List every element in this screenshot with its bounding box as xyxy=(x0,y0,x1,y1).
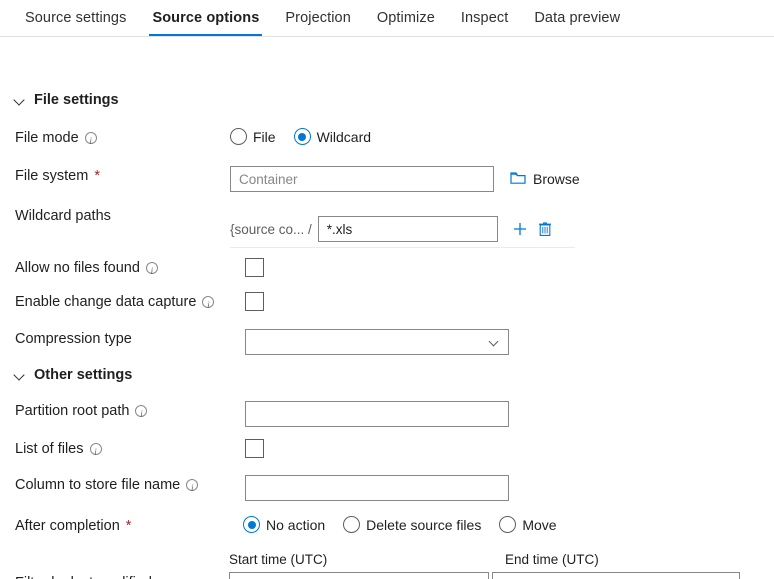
label-text: Compression type xyxy=(15,331,132,347)
chevron-down-icon xyxy=(15,95,26,106)
partition-root-path-input[interactable] xyxy=(245,401,509,427)
tab-data-preview[interactable]: Data preview xyxy=(521,0,633,36)
label-enable-change-data-capture: Enable change data capture xyxy=(15,292,230,315)
label-partition-root-path: Partition root path xyxy=(15,401,230,424)
compression-type-dropdown[interactable] xyxy=(245,329,509,355)
radio-group-file-mode: File Wildcard xyxy=(230,128,371,145)
row-list-of-files: List of files xyxy=(0,439,264,462)
radio-dot-icon xyxy=(293,128,311,145)
file-system-input[interactable] xyxy=(230,166,494,192)
info-icon[interactable] xyxy=(84,131,97,151)
label-text: Column to store file name xyxy=(15,477,181,493)
radio-file-mode-file[interactable]: File xyxy=(230,128,276,145)
end-time-input[interactable] xyxy=(492,572,740,579)
label-wildcard-paths: Wildcard paths xyxy=(15,206,230,226)
folder-icon xyxy=(510,171,526,188)
browse-label: Browse xyxy=(533,171,580,187)
radio-dot-icon xyxy=(343,516,361,533)
label-text: Enable change data capture xyxy=(15,294,197,310)
section-title: File settings xyxy=(34,92,119,108)
tab-optimize[interactable]: Optimize xyxy=(364,0,448,36)
list-of-files-checkbox[interactable] xyxy=(245,439,264,458)
row-compression-type: Compression type xyxy=(0,329,509,355)
label-compression-type: Compression type xyxy=(15,329,230,349)
info-icon[interactable] xyxy=(135,404,148,424)
required-asterisk: * xyxy=(125,518,132,534)
wildcard-path-entry: {source co... / xyxy=(230,216,552,242)
info-icon[interactable] xyxy=(145,261,158,281)
radio-after-completion-no-action[interactable]: No action xyxy=(243,516,325,533)
radio-label: Delete source files xyxy=(366,516,482,533)
tab-label: Source options xyxy=(152,10,260,26)
tab-projection[interactable]: Projection xyxy=(272,0,363,36)
start-time-column-header: Start time (UTC) xyxy=(229,552,328,567)
tab-label: Data preview xyxy=(534,10,621,26)
label-text: File mode xyxy=(15,130,79,146)
wildcard-paths-divider xyxy=(230,247,575,248)
row-partition-root-path: Partition root path xyxy=(0,401,509,427)
start-time-input[interactable] xyxy=(229,572,489,579)
wildcard-path-input[interactable] xyxy=(317,216,498,242)
label-list-of-files: List of files xyxy=(15,439,230,462)
row-after-completion: After completion * No action Delete sour… xyxy=(0,516,557,536)
info-icon[interactable] xyxy=(89,442,102,462)
label-text: File system xyxy=(15,168,89,184)
radio-dot-icon xyxy=(499,516,517,533)
section-header-file-settings[interactable]: File settings xyxy=(0,92,119,108)
section-header-other-settings[interactable]: Other settings xyxy=(0,367,132,383)
trash-icon[interactable] xyxy=(538,221,552,237)
label-filter-by-last-modified: Filter by last modified xyxy=(15,575,152,579)
end-time-column-header: End time (UTC) xyxy=(505,552,599,567)
label-text: Filter by last modified xyxy=(15,575,152,579)
column-to-store-file-name-input[interactable] xyxy=(245,475,509,501)
radio-label: No action xyxy=(266,516,326,533)
radio-group-after-completion: No action Delete source files Move xyxy=(243,516,557,533)
label-text: Partition root path xyxy=(15,403,130,419)
browse-button[interactable]: Browse xyxy=(510,166,580,192)
label-after-completion: After completion * xyxy=(15,516,230,536)
tab-source-settings[interactable]: Source settings xyxy=(12,0,139,36)
label-file-system: File system * xyxy=(15,166,230,186)
tab-label: Optimize xyxy=(376,10,435,26)
required-asterisk: * xyxy=(94,168,100,184)
tab-label: Projection xyxy=(285,10,351,26)
info-icon[interactable] xyxy=(186,478,199,498)
row-wildcard-paths: Wildcard paths xyxy=(0,206,230,226)
radio-dot-icon xyxy=(243,516,260,533)
info-icon[interactable] xyxy=(202,295,215,315)
enable-change-data-capture-checkbox[interactable] xyxy=(245,292,264,311)
radio-dot-icon xyxy=(230,128,247,145)
label-text: After completion xyxy=(15,518,120,534)
row-enable-change-data-capture: Enable change data capture xyxy=(0,292,264,315)
label-text: Allow no files found xyxy=(15,260,140,276)
tab-label: Inspect xyxy=(460,10,509,26)
radio-file-mode-wildcard[interactable]: Wildcard xyxy=(293,128,372,145)
label-column-to-store-file-name: Column to store file name xyxy=(15,475,230,498)
plus-icon[interactable] xyxy=(512,221,528,237)
wildcard-path-prefix: {source co... / xyxy=(230,221,312,237)
label-allow-no-files-found: Allow no files found xyxy=(15,258,230,281)
tab-label: Source settings xyxy=(25,10,127,26)
label-text: List of files xyxy=(15,441,84,457)
radio-label: File xyxy=(253,128,276,145)
section-title: Other settings xyxy=(34,367,133,383)
row-file-system: File system * Browse xyxy=(0,166,580,192)
tab-inspect[interactable]: Inspect xyxy=(448,0,521,36)
label-file-mode: File mode xyxy=(15,128,230,151)
radio-label: Move xyxy=(522,516,557,533)
radio-after-completion-move[interactable]: Move xyxy=(499,516,557,533)
radio-label: Wildcard xyxy=(316,128,372,145)
allow-no-files-found-checkbox[interactable] xyxy=(245,258,264,277)
tab-bar: Source settings Source options Projectio… xyxy=(0,0,774,37)
row-file-mode: File mode File Wildcard xyxy=(0,128,371,151)
label-text: Wildcard paths xyxy=(15,208,111,224)
radio-after-completion-delete-source-files[interactable]: Delete source files xyxy=(343,516,481,533)
tab-source-options[interactable]: Source options xyxy=(139,0,272,36)
chevron-down-icon xyxy=(15,370,26,381)
row-column-to-store-file-name: Column to store file name xyxy=(0,475,509,501)
chevron-down-icon xyxy=(490,338,499,347)
row-allow-no-files-found: Allow no files found xyxy=(0,258,264,281)
